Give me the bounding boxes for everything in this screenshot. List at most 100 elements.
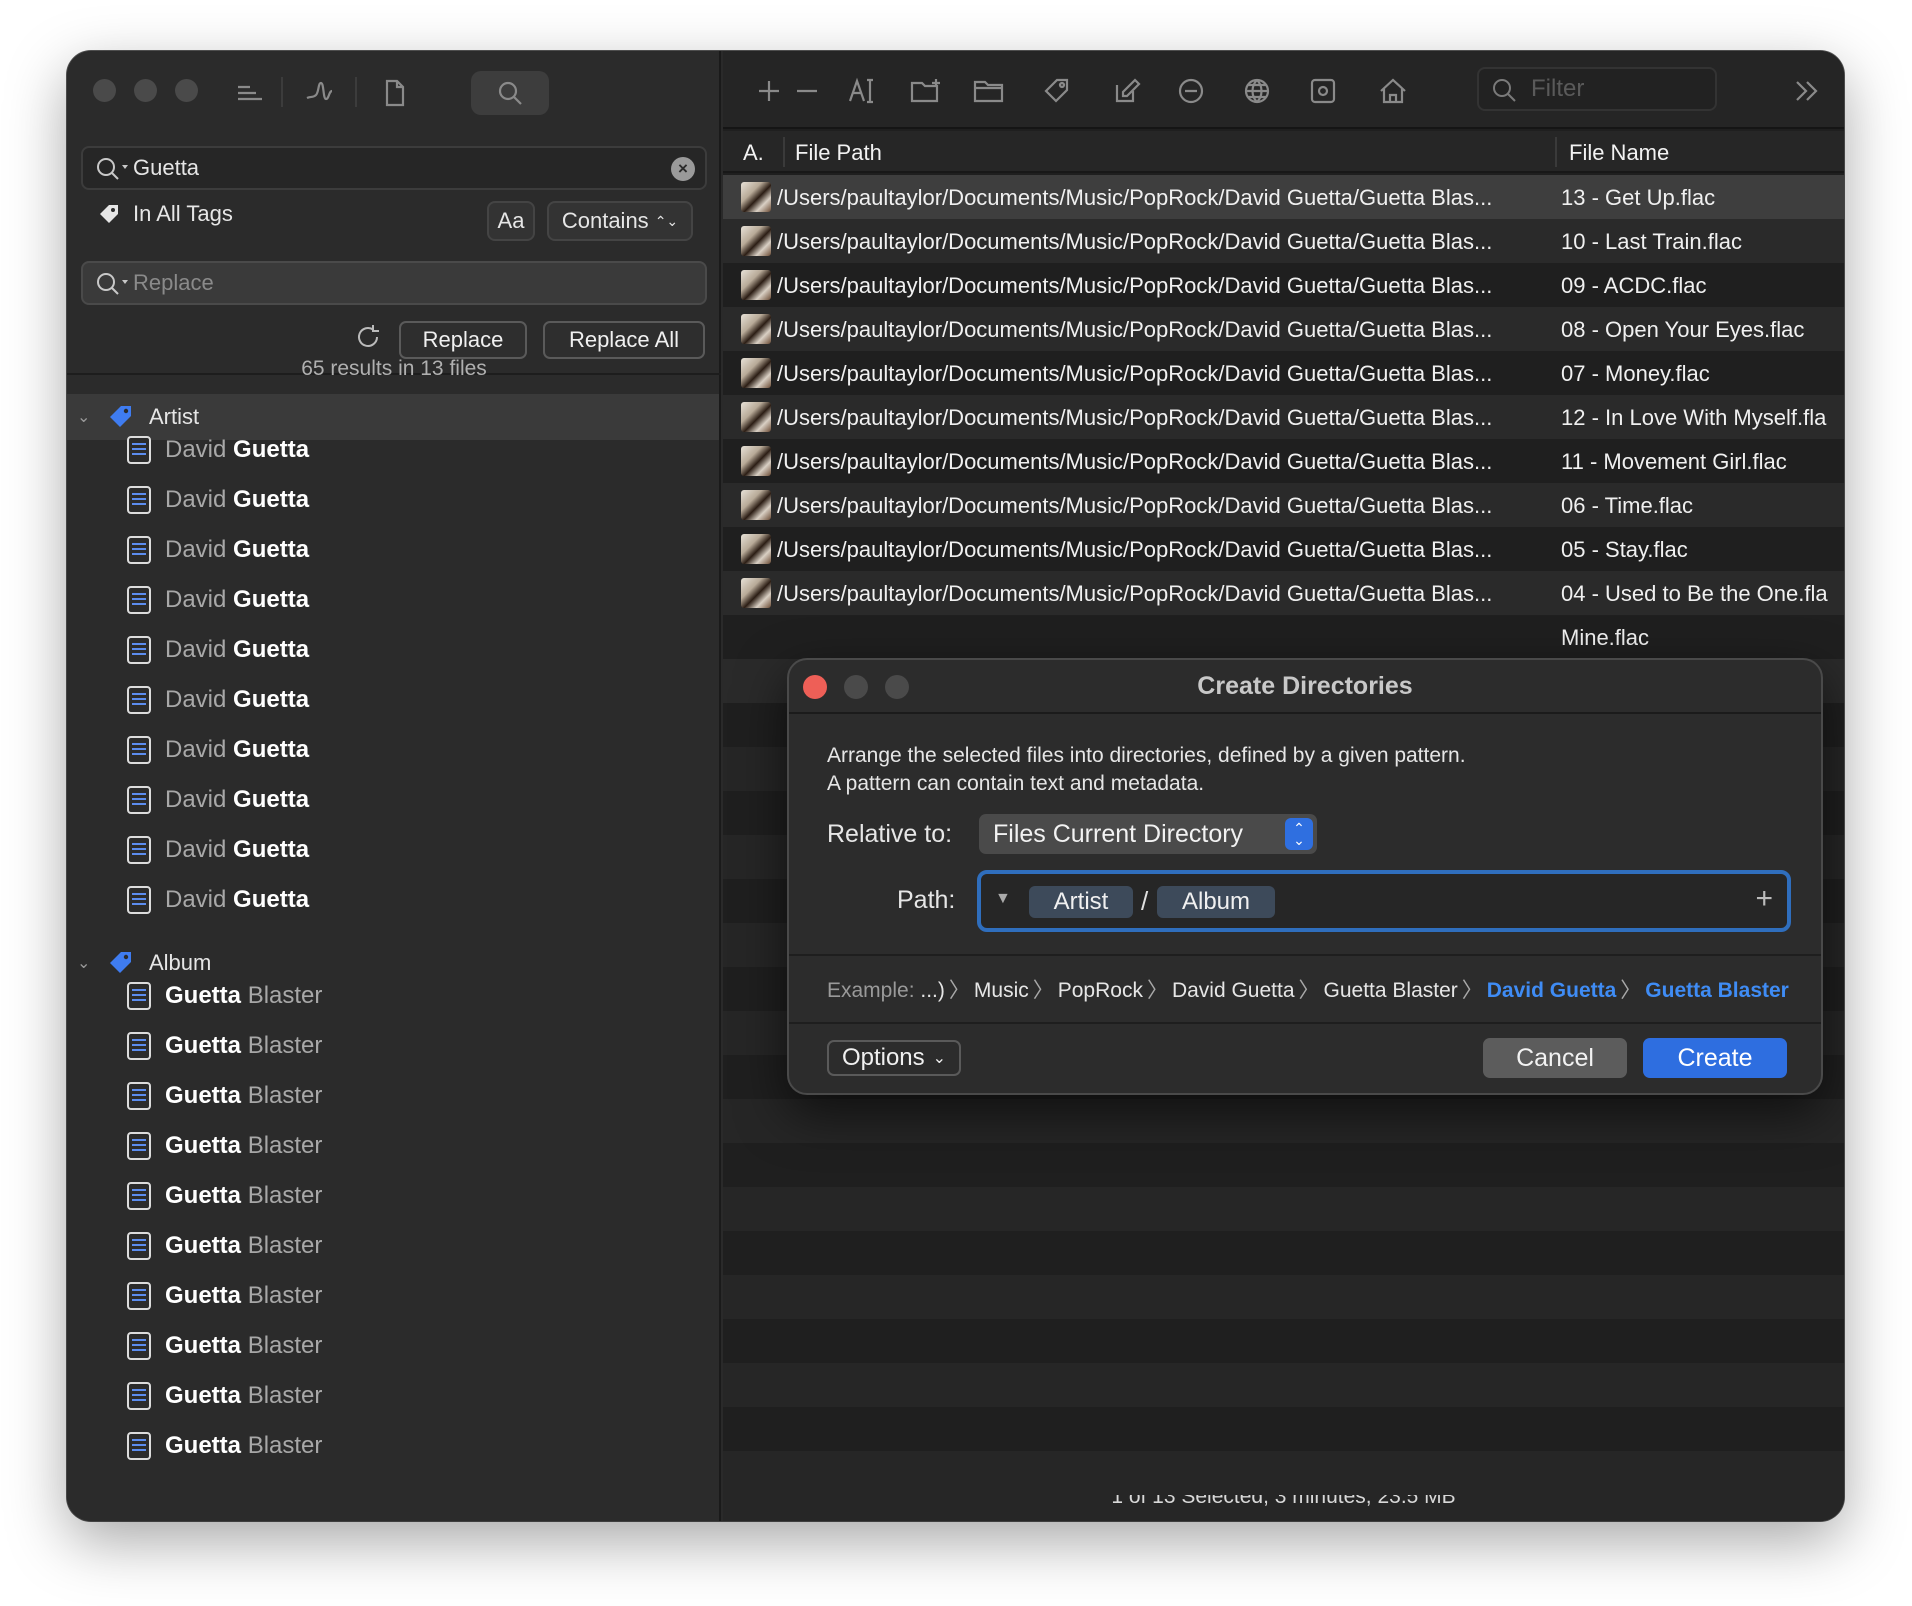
document-icon: [127, 835, 151, 864]
result-text: Blaster: [247, 1281, 323, 1309]
result-item[interactable]: David Guetta: [127, 479, 309, 520]
table-row[interactable]: /Users/paultaylor/Documents/Music/PopRoc…: [723, 263, 1844, 307]
add-token-icon[interactable]: +: [1755, 882, 1773, 916]
result-item[interactable]: David Guetta: [127, 629, 309, 670]
close-window-button[interactable]: [93, 79, 116, 102]
waveform-icon[interactable]: [297, 71, 341, 115]
chevron-down-icon: ⌄: [932, 1050, 947, 1067]
dialog-window-controls: [803, 675, 909, 699]
document-icon: [127, 1331, 151, 1360]
result-item[interactable]: David Guetta: [127, 879, 309, 920]
filter-input[interactable]: Filter: [1477, 67, 1717, 111]
table-row[interactable]: /Users/paultaylor/Documents/Music/PopRoc…: [723, 307, 1844, 351]
table-row[interactable]: /Users/paultaylor/Documents/Music/PopRoc…: [723, 395, 1844, 439]
table-row[interactable]: /Users/paultaylor/Documents/Music/PopRoc…: [723, 527, 1844, 571]
dialog-title: Create Directories: [789, 660, 1821, 714]
disclosure-triangle-icon[interactable]: ▼: [995, 890, 1011, 908]
relative-to-select[interactable]: Files Current Directory ⌃ ⌄: [979, 814, 1317, 854]
table-row[interactable]: /Users/paultaylor/Documents/Music/PopRoc…: [723, 571, 1844, 615]
cancel-button[interactable]: Cancel: [1483, 1038, 1627, 1078]
disc-icon[interactable]: [1303, 71, 1343, 111]
result-item[interactable]: Guetta Blaster: [127, 975, 322, 1016]
new-folder-icon[interactable]: [907, 71, 947, 111]
replace-button[interactable]: Replace: [399, 321, 527, 359]
remove-icon[interactable]: [787, 71, 827, 111]
search-mode-icon[interactable]: [471, 71, 549, 115]
table-row[interactable]: /Users/paultaylor/Documents/Music/PopRoc…: [723, 483, 1844, 527]
table-row[interactable]: /Users/paultaylor/Documents/Music/PopRoc…: [723, 351, 1844, 395]
document-icon: [127, 1231, 151, 1260]
result-text: David: [165, 885, 227, 913]
path-pattern-field[interactable]: ▼ Artist / Album +: [977, 870, 1791, 932]
replace-input[interactable]: Replace: [81, 261, 707, 305]
result-item[interactable]: David Guetta: [127, 779, 309, 820]
match-highlight: Guetta: [165, 1081, 242, 1109]
group-label: Artist: [149, 404, 200, 429]
file-path-cell: /Users/paultaylor/Documents/Music/PopRoc…: [777, 361, 1493, 386]
document-icon: [127, 1131, 151, 1160]
overflow-chevron-icon[interactable]: [1787, 71, 1827, 111]
document-icon[interactable]: [373, 71, 417, 115]
folder-icon[interactable]: [969, 71, 1009, 111]
tag-icon[interactable]: [1037, 71, 1077, 111]
table-row[interactable]: /Users/paultaylor/Documents/Music/PopRoc…: [723, 439, 1844, 483]
result-item[interactable]: David Guetta: [127, 729, 309, 770]
result-item[interactable]: Guetta Blaster: [127, 1125, 322, 1166]
options-label: Options: [841, 1044, 925, 1071]
table-row[interactable]: /Users/paultaylor/Documents/Music/PopRoc…: [723, 219, 1844, 263]
outline-icon[interactable]: [227, 71, 271, 115]
result-item[interactable]: Guetta Blaster: [127, 1075, 322, 1116]
result-item[interactable]: David Guetta: [127, 429, 309, 470]
minimize-window-button[interactable]: [134, 79, 157, 102]
match-mode-select[interactable]: Contains ⌃⌄: [547, 201, 693, 241]
replace-all-button[interactable]: Replace All: [543, 321, 705, 359]
options-button[interactable]: Options ⌄: [827, 1040, 961, 1076]
match-highlight: Guetta: [165, 1381, 242, 1409]
table-row[interactable]: Mine.flac: [723, 615, 1844, 659]
file-name-cell: 07 - Money.flac: [1561, 361, 1710, 386]
refresh-icon[interactable]: [353, 322, 383, 357]
create-button[interactable]: Create: [1643, 1038, 1787, 1078]
file-name-cell: Mine.flac: [1561, 625, 1650, 650]
result-item[interactable]: Guetta Blaster: [127, 1275, 322, 1316]
updown-chevron-icon: ⌃⌄: [654, 212, 679, 229]
case-sensitive-button[interactable]: Aa: [487, 201, 535, 241]
tag-scope-selector[interactable]: In All Tags: [97, 201, 233, 227]
home-icon[interactable]: [1373, 71, 1413, 111]
edit-icon[interactable]: [1107, 71, 1147, 111]
search-input[interactable]: Guetta ×: [81, 146, 707, 190]
rename-icon[interactable]: [843, 71, 883, 111]
result-item[interactable]: Guetta Blaster: [127, 1425, 322, 1466]
result-item[interactable]: David Guetta: [127, 579, 309, 620]
result-item[interactable]: Guetta Blaster: [127, 1375, 322, 1416]
path-token-album[interactable]: Album: [1157, 886, 1275, 918]
globe-icon[interactable]: [1237, 71, 1277, 111]
relative-to-value: Files Current Directory: [993, 819, 1244, 848]
add-icon[interactable]: [749, 71, 789, 111]
result-item[interactable]: Guetta Blaster: [127, 1175, 322, 1216]
empty-row: [723, 1363, 1844, 1407]
result-text: Blaster: [247, 1181, 323, 1209]
table-row[interactable]: /Users/paultaylor/Documents/Music/PopRoc…: [723, 175, 1844, 219]
chevron-down-icon[interactable]: ⌄: [77, 407, 91, 427]
result-item[interactable]: Guetta Blaster: [127, 1325, 322, 1366]
remove-circle-icon[interactable]: [1171, 71, 1211, 111]
file-name-cell: 06 - Time.flac: [1561, 493, 1694, 518]
path-token-artist[interactable]: Artist: [1029, 886, 1133, 918]
result-text: Blaster: [247, 1231, 323, 1259]
result-item[interactable]: David Guetta: [127, 679, 309, 720]
dialog-close-button[interactable]: [803, 675, 827, 699]
column-artwork[interactable]: A.: [743, 140, 764, 166]
zoom-window-button[interactable]: [175, 79, 198, 102]
result-item[interactable]: David Guetta: [127, 529, 309, 570]
column-file-path[interactable]: File Path: [795, 140, 882, 166]
album-art-thumbnail: [741, 270, 771, 300]
result-item[interactable]: David Guetta: [127, 829, 309, 870]
dialog-minimize-button: [844, 675, 868, 699]
file-name-cell: 12 - In Love With Myself.fla: [1561, 405, 1827, 430]
column-file-name[interactable]: File Name: [1569, 140, 1669, 166]
result-item[interactable]: Guetta Blaster: [127, 1225, 322, 1266]
chevron-down-icon[interactable]: ⌄: [77, 953, 91, 973]
result-item[interactable]: Guetta Blaster: [127, 1025, 322, 1066]
clear-search-icon[interactable]: ×: [671, 157, 695, 181]
